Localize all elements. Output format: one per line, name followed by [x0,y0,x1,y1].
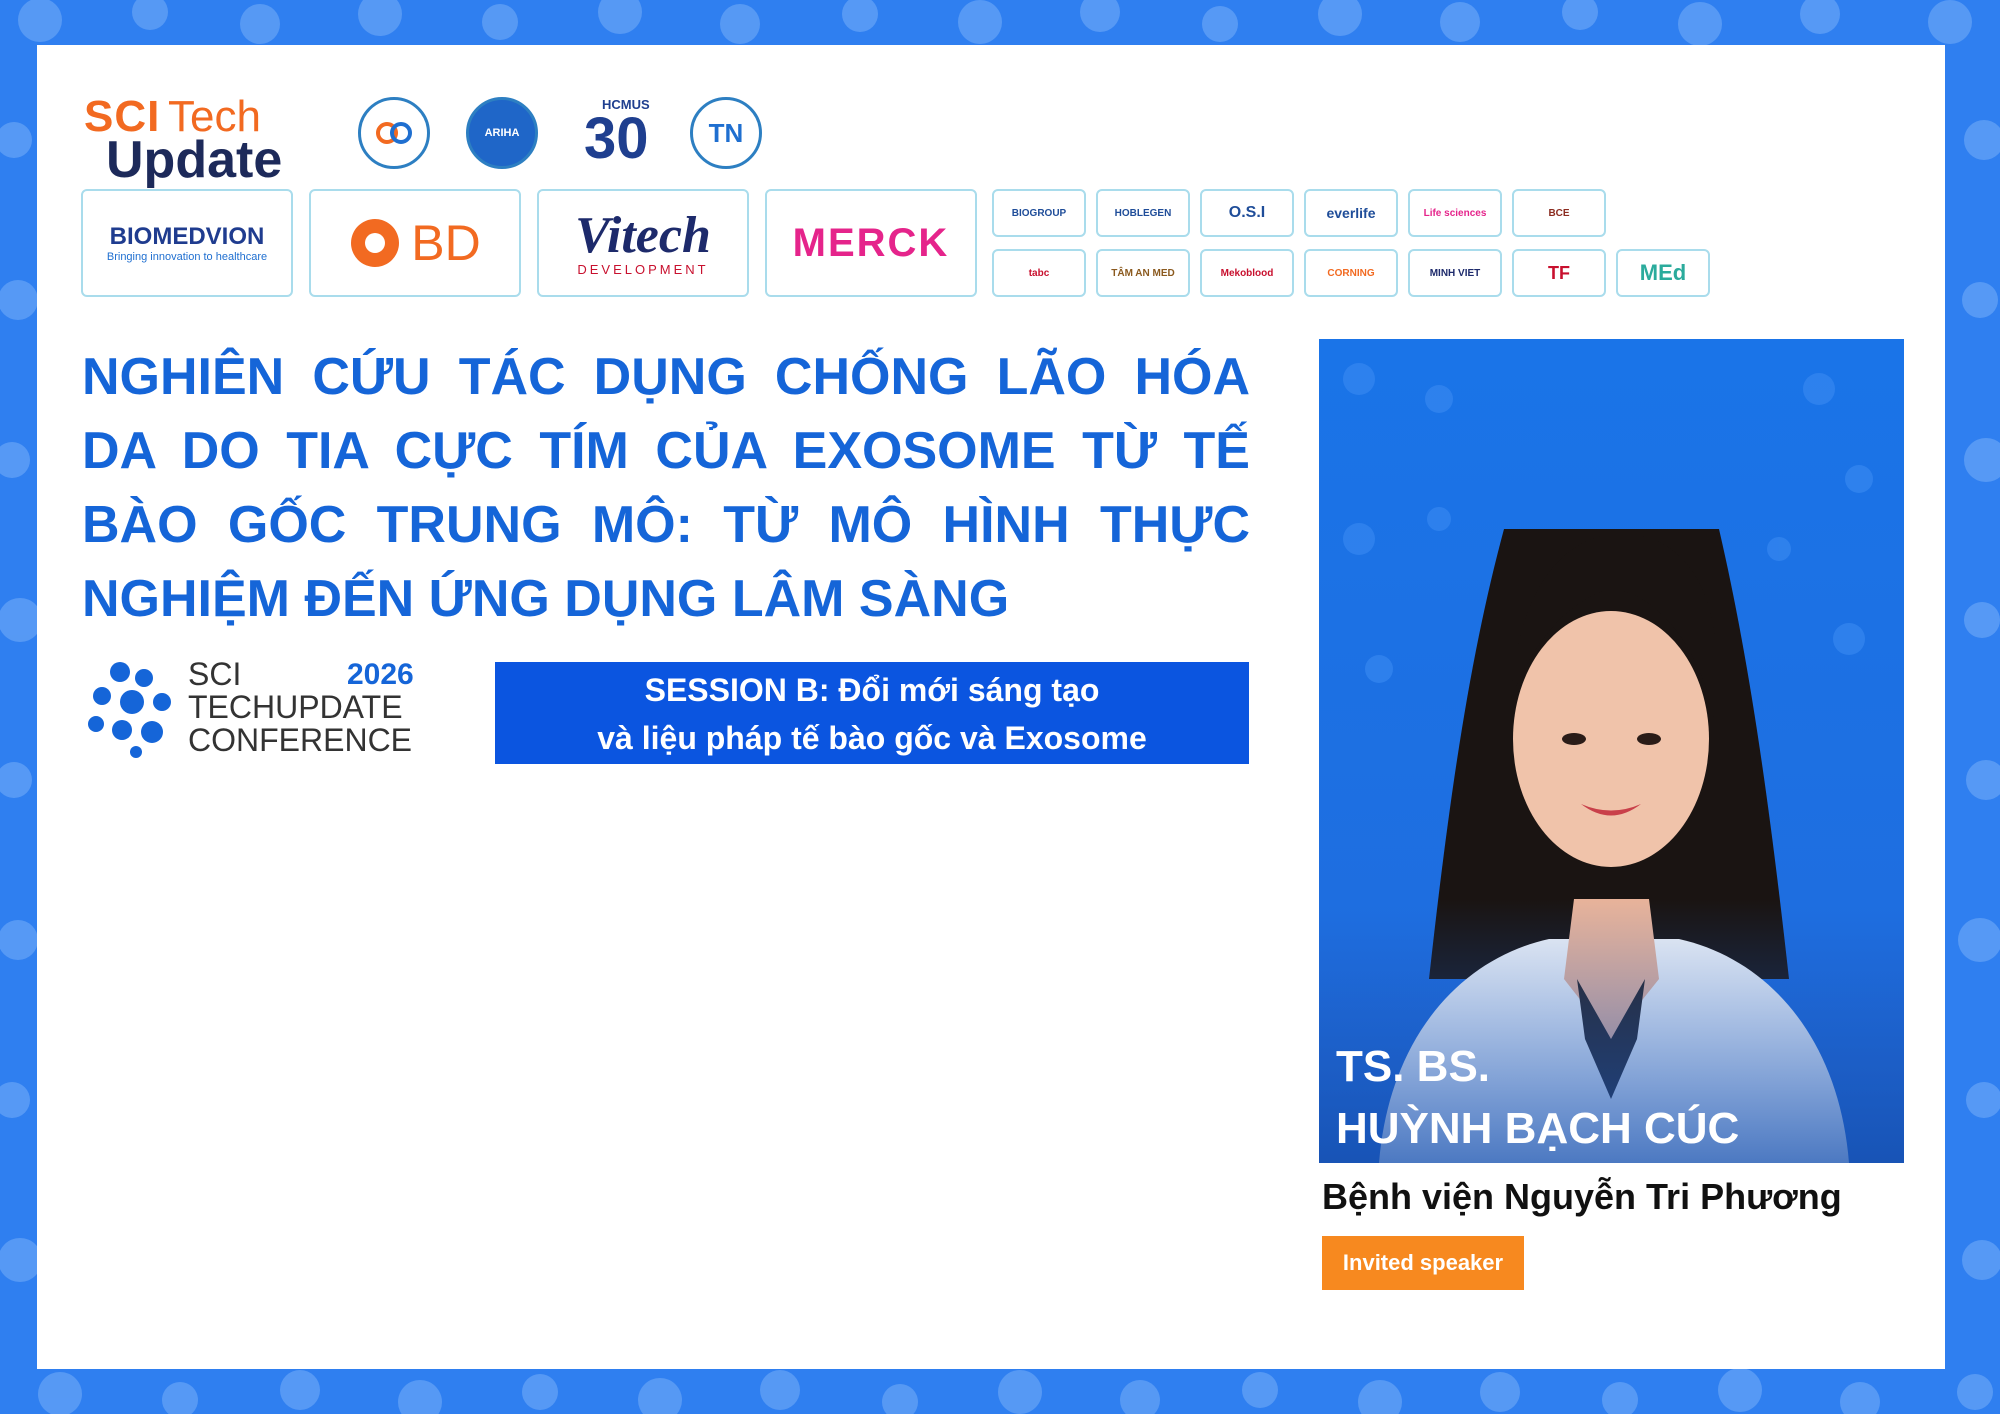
sponsor-name: tabc [1028,267,1050,279]
sponsor-name: Mekoblood [1220,267,1274,279]
speaker-name: HUỲNH BẠCH CÚC [1336,1104,1740,1153]
tn-label: TN [708,117,744,148]
hcmus-number: 30 [584,106,649,171]
sponsor-name: BIOMEDVION [109,223,265,250]
sponsor-biomedvion: BIOMEDVION Bringing innovation to health… [81,189,293,297]
sponsor-tagline: Bringing innovation to healthcare [106,251,268,263]
sponsor-hoblegen: HOBLEGEN [1096,189,1190,237]
conference-line2: TECHUPDATE [188,689,403,725]
sponsor-name: MEd [1639,260,1687,285]
session-banner: SESSION B: Đổi mới sáng tạo và liệu pháp… [495,662,1249,764]
speaker-role-badge: Invited speaker [1322,1236,1524,1290]
sponsor-name: CORNING [1327,267,1375,279]
sponsor-name: Vitech [575,206,711,264]
sponsor-name: O.S.I [1228,204,1266,221]
talk-title: NGHIÊN CỨU TÁC DỤNG CHỐNG LÃO HÓA DA DO … [82,348,1250,628]
sponsor-name: MINH VIET [1429,267,1481,279]
bd-sunburst-icon [351,219,400,267]
molecule-logo-icon [88,662,171,758]
sponsor-name: HOBLEGEN [1114,207,1172,219]
sponsor-name: TÂM AN MED [1111,267,1175,279]
scitech-update-logo: SCI Tech Update [84,92,324,189]
session-line2: và liệu pháp tế bào gốc và Exosome [597,720,1147,756]
sponsor-tabc: tabc [992,249,1086,297]
speaker-name-block: TS. BS. HUỲNH BẠCH CÚC [1336,1036,1739,1160]
ariha-label: ARIHA [484,127,520,139]
session-line1: SESSION B: Đổi mới sáng tạo [644,672,1100,708]
sponsor-minh-viet: MINH VIET [1408,249,1502,297]
institute-logo-icon [358,97,430,169]
conference-year: 2026 [347,658,414,691]
sponsor-corning: CORNING [1304,249,1398,297]
sponsor-biogroup: BIOGROUP [992,189,1086,237]
sponsor-merck: MERCK [765,189,977,297]
sponsor-name: BIOGROUP [1011,207,1067,219]
hcmus-30-logo-icon: HCMUS 30 [584,97,674,171]
speaker-affiliation: Bệnh viện Nguyễn Tri Phương [1322,1176,1842,1217]
sponsor-mekoblood: Mekoblood [1200,249,1294,297]
sponsor-bce: BCE [1512,189,1606,237]
sponsor-vitech: Vitech DEVELOPMENT [537,189,749,297]
speaker-degree: TS. BS. [1336,1042,1491,1091]
sponsor-everlife: everlife [1304,189,1398,237]
sponsor-name: BD [411,215,481,271]
tn-logo-icon: TN [690,97,762,169]
conference-line3: CONFERENCE [188,722,413,758]
sponsor-name: TF [1548,262,1570,283]
sponsor-life-sciences: Life sciences [1408,189,1502,237]
brand-update: Update [106,131,283,189]
sponsor-tf: TF [1512,249,1606,297]
sponsor-name: everlife [1326,205,1376,221]
sponsor-tam-an-med: TÂM AN MED [1096,249,1190,297]
sponsor-name: MERCK [792,220,950,265]
sponsor-tagline: DEVELOPMENT [577,261,709,277]
ariha-logo-icon: ARIHA [466,97,538,169]
sponsor-med: MEd [1616,249,1710,297]
conference-logo: SCI TECHUPDATE CONFERENCE 2026 [82,658,414,758]
sponsor-name: Life sciences [1423,207,1487,219]
sponsor-bd: BD [309,189,521,297]
sponsor-osi: O.S.I [1200,189,1294,237]
sponsor-name: BCE [1548,207,1570,219]
